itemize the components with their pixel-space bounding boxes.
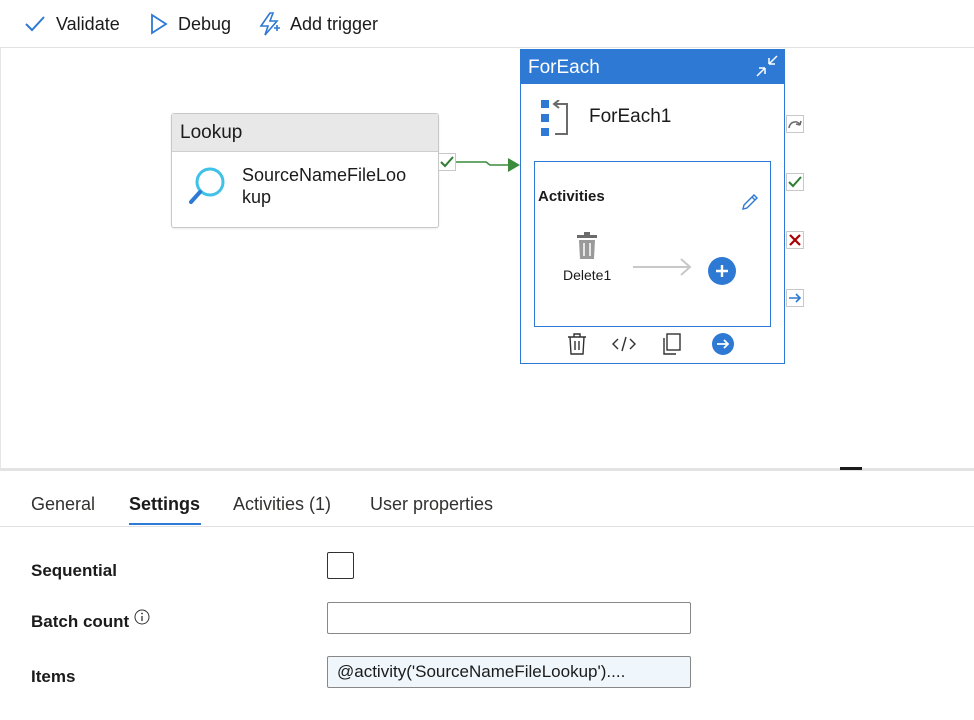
splitter-handle[interactable] (840, 467, 862, 470)
failure-output[interactable] (786, 231, 804, 249)
activities-title: Activities (538, 188, 605, 205)
skip-icon (788, 120, 802, 129)
lightning-icon (259, 12, 280, 36)
success-connector-line (456, 158, 520, 172)
arrow-right-icon (633, 257, 693, 282)
sequential-checkbox[interactable] (327, 552, 354, 579)
tab-user-properties[interactable]: User properties (370, 494, 493, 515)
properties-tabs: General Settings Activities (1) User pro… (0, 471, 974, 527)
failure-x-icon (789, 234, 801, 246)
collapse-icon[interactable] (754, 53, 780, 85)
edit-pencil-icon[interactable] (740, 192, 760, 217)
foreach-action-bar (521, 332, 786, 360)
foreach-type-label: ForEach (528, 57, 600, 78)
debug-button[interactable]: Debug (150, 10, 231, 38)
lookup-activity[interactable]: Lookup SourceNameFileLookup (171, 113, 439, 228)
foreach-activity-name: ForEach1 (589, 106, 672, 127)
items-input[interactable] (327, 656, 691, 688)
info-icon[interactable] (134, 609, 150, 630)
items-label: Items (31, 667, 76, 686)
lookup-success-output[interactable] (438, 153, 456, 171)
toolbar: Validate Debug Add trigger (0, 0, 974, 48)
batch-count-label: Batch count (31, 612, 130, 631)
trash-icon (575, 232, 599, 265)
success-check-icon (440, 156, 454, 168)
completion-arrow-icon (789, 293, 802, 303)
pipeline-canvas[interactable] (0, 48, 974, 468)
search-icon (188, 166, 226, 211)
success-output[interactable] (786, 173, 804, 191)
go-arrow-icon[interactable] (711, 332, 735, 356)
delete-icon[interactable] (565, 332, 589, 356)
add-activity-button[interactable] (708, 257, 736, 285)
tab-general[interactable]: General (31, 494, 95, 515)
completion-output[interactable] (786, 289, 804, 307)
checkmark-icon (25, 16, 45, 32)
inner-activities-container[interactable]: Activities Delete1 (534, 161, 771, 327)
add-trigger-button[interactable]: Add trigger (258, 10, 378, 38)
active-tab-indicator (129, 523, 201, 525)
plus-icon (716, 265, 728, 277)
play-icon (151, 13, 168, 35)
foreach-icon (541, 99, 573, 143)
batch-count-input[interactable] (327, 602, 691, 634)
success-check-icon (788, 176, 802, 188)
debug-label: Debug (178, 13, 232, 34)
inner-activity-name[interactable]: Delete1 (563, 267, 611, 283)
validate-button[interactable]: Validate (24, 10, 120, 38)
tab-activities[interactable]: Activities (1) (233, 494, 331, 515)
code-icon[interactable] (612, 332, 636, 356)
sequential-label: Sequential (31, 561, 117, 580)
add-trigger-label: Add trigger (290, 13, 379, 34)
tab-settings[interactable]: Settings (129, 494, 200, 515)
copy-icon[interactable] (659, 332, 683, 356)
validate-label: Validate (56, 13, 120, 34)
lookup-activity-name: SourceNameFileLookup (242, 165, 407, 207)
foreach-activity[interactable]: ForEach ForEach1 Activities Delete1 (520, 49, 785, 364)
lookup-type-label: Lookup (172, 114, 438, 152)
skip-output[interactable] (786, 115, 804, 133)
